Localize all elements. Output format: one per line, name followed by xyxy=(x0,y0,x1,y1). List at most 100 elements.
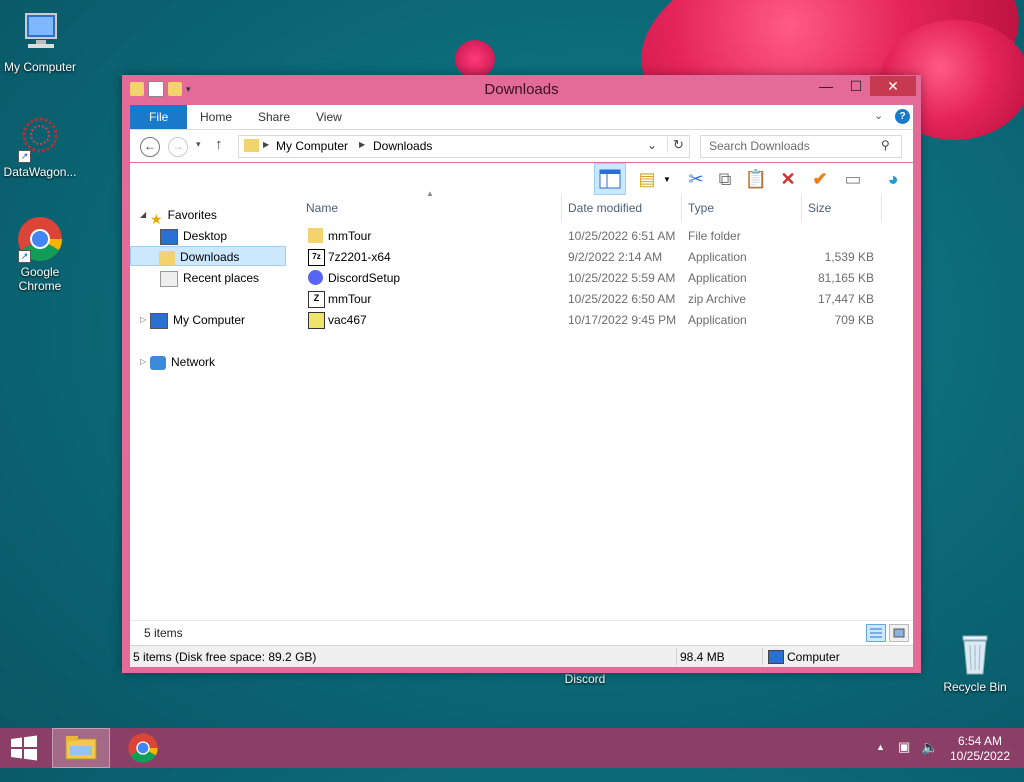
large-icons-view-button[interactable] xyxy=(889,624,909,642)
expand-arrow-icon[interactable]: ▷ xyxy=(140,357,146,366)
up-button[interactable]: ↑ xyxy=(215,136,223,153)
content-area: ◢ ★ Favorites Desktop Downloads Recent pl… xyxy=(130,189,913,643)
recent-locations-icon[interactable]: ▾ xyxy=(196,139,201,150)
change-view-icon[interactable]: ▤ xyxy=(635,167,659,191)
items-bar: 5 items xyxy=(130,620,913,645)
items-count: 5 items xyxy=(144,626,183,640)
column-divider[interactable] xyxy=(801,195,802,221)
column-divider[interactable] xyxy=(561,195,562,221)
file-row[interactable]: 7z 7z2201-x64 9/2/2022 2:14 AM Applicati… xyxy=(298,247,898,268)
expand-arrow-icon[interactable]: ▷ xyxy=(140,315,146,324)
window-title: Downloads xyxy=(484,81,559,98)
expand-ribbon-icon[interactable]: ⌄ xyxy=(874,109,883,122)
paste-icon[interactable]: 📋 xyxy=(744,167,768,191)
file-size: 1,539 KB xyxy=(824,250,874,264)
nav-favorites[interactable]: ★ Favorites xyxy=(150,205,217,227)
column-divider[interactable] xyxy=(681,195,682,221)
column-header-size[interactable]: Size xyxy=(808,201,831,215)
preview-pane-icon[interactable] xyxy=(594,163,626,195)
refresh-icon[interactable]: ↻ xyxy=(667,137,684,153)
downloads-folder-icon xyxy=(159,250,175,265)
chrome-icon: ↗ xyxy=(16,215,64,263)
discord-icon xyxy=(308,270,323,285)
minimize-button[interactable]: — xyxy=(812,76,840,96)
search-icon[interactable]: ⚲ xyxy=(881,138,890,152)
status-size: 98.4 MB xyxy=(680,650,725,664)
datawagon-icon: ↗ xyxy=(16,115,64,163)
tab-home[interactable]: Home xyxy=(186,105,246,129)
file-name: vac467 xyxy=(328,313,367,327)
shell-icon[interactable]: ◕ xyxy=(881,167,905,191)
file-date: 10/17/2022 9:45 PM xyxy=(568,313,677,327)
maximize-button[interactable]: ☐ xyxy=(842,76,870,96)
nav-desktop[interactable]: Desktop xyxy=(160,226,227,246)
tab-view[interactable]: View xyxy=(302,105,356,129)
copy-icon[interactable]: ⧉ xyxy=(713,167,737,191)
network-icon xyxy=(150,355,166,370)
start-button[interactable] xyxy=(0,728,48,768)
status-disk-space: 5 items (Disk free space: 89.2 GB) xyxy=(133,650,317,664)
column-header-type[interactable]: Type xyxy=(688,201,714,215)
desktop-icon-label: Recycle Bin xyxy=(943,680,1007,694)
clock[interactable]: 6:54 AM 10/25/2022 xyxy=(944,728,1016,768)
rename-icon[interactable]: ▭ xyxy=(841,167,865,191)
tab-share[interactable]: Share xyxy=(244,105,304,129)
address-row: ← → ▾ ↑ ▶ My Computer ▶ Downloads ⌄ ↻ Se… xyxy=(130,130,913,162)
nav-my-computer[interactable]: My Computer xyxy=(150,310,245,330)
computer-icon xyxy=(768,650,784,664)
volume-icon[interactable]: 🔈 xyxy=(921,739,938,779)
column-divider[interactable] xyxy=(881,195,882,221)
desktop-icon-recycle-bin[interactable]: Recycle Bin xyxy=(935,630,1015,694)
file-type: Application xyxy=(688,250,747,264)
forward-button[interactable]: → xyxy=(168,137,188,157)
file-row[interactable]: mmTour 10/25/2022 6:51 AM File folder xyxy=(298,226,898,247)
nav-network[interactable]: Network xyxy=(150,352,215,372)
shortcut-arrow-icon: ↗ xyxy=(18,250,31,263)
file-name: DiscordSetup xyxy=(328,271,401,285)
file-date: 10/25/2022 6:50 AM xyxy=(568,292,676,306)
tab-file[interactable]: File xyxy=(130,105,188,129)
file-row[interactable]: DiscordSetup 10/25/2022 5:59 AM Applicat… xyxy=(298,268,898,289)
breadcrumb-my-computer[interactable]: My Computer xyxy=(276,139,348,153)
chevron-down-icon[interactable]: ▼ xyxy=(663,175,671,184)
desktop-icon-my-computer[interactable]: My Computer xyxy=(0,10,80,74)
navigation-pane: ◢ ★ Favorites Desktop Downloads Recent pl… xyxy=(130,195,290,643)
clock-time: 6:54 AM xyxy=(957,734,1003,748)
details-view-button[interactable] xyxy=(866,624,886,642)
zip-icon: Z xyxy=(308,291,325,308)
toolbar: ▤ ▼ ✂ ⧉ 📋 ✕ ✔ ▭ ◕ xyxy=(130,163,913,195)
search-input[interactable]: Search Downloads ⚲ xyxy=(700,135,902,158)
nav-label: Network xyxy=(171,355,216,369)
nav-recent-places[interactable]: Recent places xyxy=(160,268,259,288)
desktop-icon-label: DataWagon... xyxy=(3,165,77,179)
desktop-icon xyxy=(160,228,178,245)
desktop-icon-discord[interactable]: Discord xyxy=(545,672,625,686)
file-row[interactable]: vac467 10/17/2022 9:45 PM Application 70… xyxy=(298,310,898,331)
address-bar[interactable]: ▶ My Computer ▶ Downloads ⌄ ↻ xyxy=(238,135,690,158)
title-bar[interactable]: ▾ Downloads — ☐ ✕ xyxy=(122,75,921,104)
checkmark-icon[interactable]: ✔ xyxy=(808,167,832,191)
breadcrumb-downloads[interactable]: Downloads xyxy=(373,139,432,153)
back-button[interactable]: ← xyxy=(140,137,160,157)
taskbar-file-explorer[interactable] xyxy=(52,728,110,768)
close-button[interactable]: ✕ xyxy=(870,76,916,96)
taskbar-chrome[interactable] xyxy=(114,728,172,768)
file-name: mmTour xyxy=(328,229,372,243)
network-tray-icon[interactable]: ▣ xyxy=(898,739,910,779)
status-location: Computer xyxy=(787,650,840,664)
expand-arrow-icon[interactable]: ◢ xyxy=(140,210,146,219)
file-list: ▲ Name Date modified Type Size mmTour 10… xyxy=(298,189,913,643)
desktop-icon-google-chrome[interactable]: ↗ Google Chrome xyxy=(0,215,80,293)
desktop-icon-label: Discord xyxy=(564,672,606,686)
delete-icon[interactable]: ✕ xyxy=(776,167,800,191)
address-dropdown-icon[interactable]: ⌄ xyxy=(647,138,657,152)
column-header-name[interactable]: Name xyxy=(306,201,338,215)
help-icon[interactable]: ? xyxy=(895,109,910,124)
desktop-icon-datawagon[interactable]: ↗ DataWagon... xyxy=(0,115,80,179)
nav-downloads[interactable]: Downloads xyxy=(130,246,286,266)
show-hidden-icons-icon[interactable]: ▲ xyxy=(876,742,885,782)
column-header-date[interactable]: Date modified xyxy=(568,201,642,215)
file-row[interactable]: Z mmTour 10/25/2022 6:50 AM zip Archive … xyxy=(298,289,898,310)
file-date: 10/25/2022 5:59 AM xyxy=(568,271,676,285)
cut-icon[interactable]: ✂ xyxy=(684,167,708,191)
